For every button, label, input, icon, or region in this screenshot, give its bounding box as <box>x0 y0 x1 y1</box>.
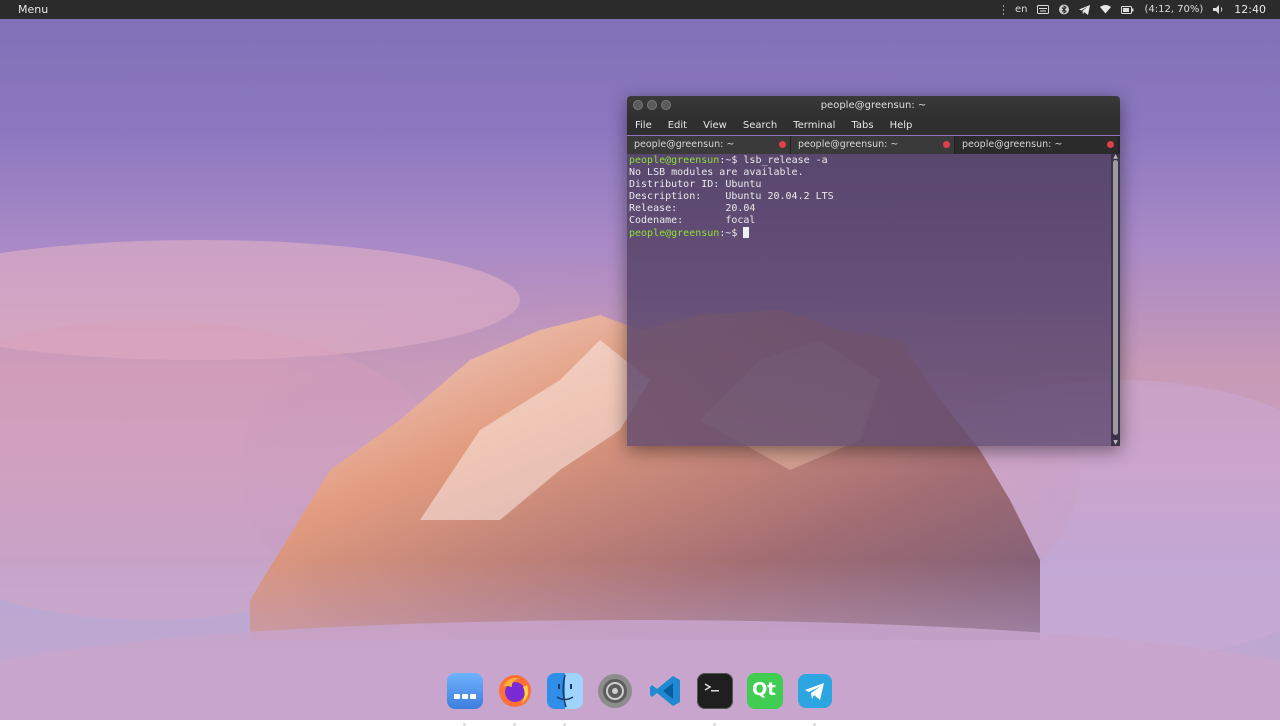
close-tab-icon[interactable] <box>943 141 950 148</box>
window-title: people@greensun: ~ <box>820 100 927 111</box>
dock: Qt <box>447 673 833 726</box>
tray-separator-icon <box>1002 0 1005 19</box>
prompt-path: :~$ <box>719 155 744 166</box>
terminal-output: people@greensun:~$ lsb_release -a No LSB … <box>629 155 834 240</box>
text-cursor <box>743 227 750 238</box>
terminal-icon[interactable] <box>697 673 733 709</box>
menu-button[interactable]: Menu <box>18 3 48 16</box>
terminal-line: Distributor ID: Ubuntu <box>629 179 762 190</box>
prompt-user: people@greensun <box>629 155 720 166</box>
firefox-icon[interactable] <box>497 673 533 709</box>
menu-terminal[interactable]: Terminal <box>785 116 843 135</box>
terminal-line: Release: 20.04 <box>629 203 756 214</box>
terminal-window[interactable]: people@greensun: ~ File Edit View Search… <box>627 96 1120 446</box>
prompt-user: people@greensun <box>629 228 720 239</box>
menu-view[interactable]: View <box>695 116 735 135</box>
menu-file[interactable]: File <box>627 116 660 135</box>
command-text: lsb_release -a <box>743 155 828 166</box>
terminal-line: No LSB modules are available. <box>629 167 804 178</box>
top-panel: Menu en (4:12, 70%) 12:40 <box>0 0 1280 19</box>
clock[interactable]: 12:40 <box>1234 0 1266 19</box>
close-tab-icon[interactable] <box>1107 141 1114 148</box>
keyboard-icon[interactable] <box>1037 0 1050 19</box>
qt-creator-icon[interactable]: Qt <box>747 673 783 709</box>
menu-tabs[interactable]: Tabs <box>843 116 881 135</box>
tab-label: people@greensun: ~ <box>798 139 899 150</box>
close-tab-icon[interactable] <box>779 141 786 148</box>
menu-search[interactable]: Search <box>735 116 785 135</box>
menu-help[interactable]: Help <box>882 116 921 135</box>
tab-1[interactable]: people@greensun: ~ <box>627 136 791 154</box>
finder-icon[interactable] <box>547 673 583 709</box>
vscode-icon[interactable] <box>647 673 683 709</box>
tab-2[interactable]: people@greensun: ~ <box>791 136 955 154</box>
terminal-line: Codename: focal <box>629 215 756 226</box>
window-titlebar[interactable]: people@greensun: ~ <box>627 96 1120 116</box>
scroll-down-icon[interactable]: ▼ <box>1112 440 1119 446</box>
terminal-tabs: people@greensun: ~ people@greensun: ~ pe… <box>627 136 1120 154</box>
tab-label: people@greensun: ~ <box>634 139 735 150</box>
terminal-line: Description: Ubuntu 20.04.2 LTS <box>629 191 834 202</box>
terminal-line: people@greensun:~$ <box>629 227 834 240</box>
qt-label: Qt <box>752 679 776 700</box>
bluetooth-icon[interactable] <box>1059 0 1070 19</box>
wifi-icon[interactable] <box>1100 0 1112 19</box>
terminal-menubar: File Edit View Search Terminal Tabs Help <box>627 116 1120 135</box>
tab-label: people@greensun: ~ <box>962 139 1063 150</box>
volume-icon[interactable] <box>1213 0 1224 19</box>
settings-icon[interactable] <box>597 673 633 709</box>
terminal-line: people@greensun:~$ lsb_release -a <box>629 155 834 167</box>
scrollbar[interactable]: ▲ ▼ <box>1111 154 1120 446</box>
telegram-icon[interactable] <box>797 673 833 709</box>
battery-icon[interactable] <box>1121 0 1134 19</box>
language-indicator[interactable]: en <box>1015 0 1028 19</box>
scrollbar-thumb[interactable] <box>1113 160 1118 435</box>
system-tray: en (4:12, 70%) 12:40 <box>1002 0 1266 19</box>
menu-edit[interactable]: Edit <box>660 116 695 135</box>
app-launcher-icon[interactable] <box>447 673 483 709</box>
telegram-tray-icon[interactable] <box>1079 0 1091 19</box>
battery-status: (4:12, 70%) <box>1144 4 1204 15</box>
tab-3[interactable]: people@greensun: ~ <box>955 136 1119 154</box>
prompt-path: :~$ <box>719 228 744 239</box>
